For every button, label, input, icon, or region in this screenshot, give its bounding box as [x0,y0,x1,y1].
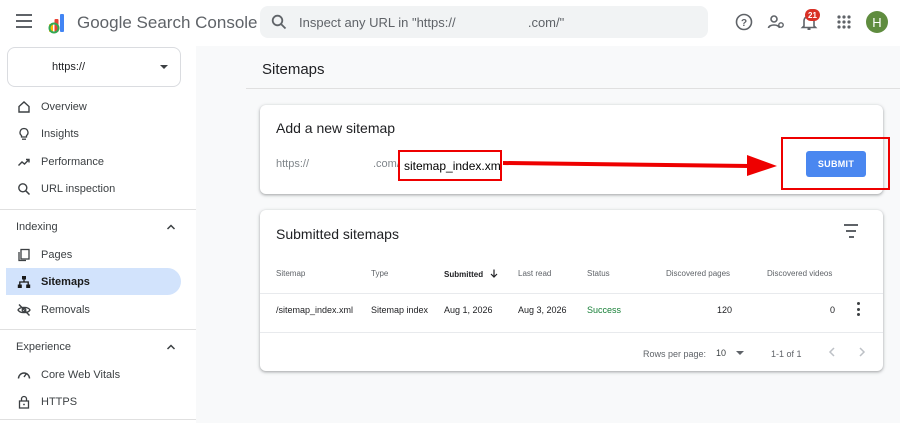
chevron-up-icon [166,224,176,230]
sidebar-item-label: URL inspection [41,182,116,195]
table-row-divider [260,332,883,333]
chevron-left-icon[interactable] [825,345,839,359]
sidebar-item-label: Pages [41,248,73,261]
speed-icon [16,367,32,383]
search-icon [271,14,287,30]
title-divider [246,88,900,89]
table-row-divider [260,293,883,294]
sidebar-item-https[interactable]: HTTPS [6,388,181,415]
url-inspection-search[interactable] [260,6,708,38]
sidebar-item-overview[interactable]: Overview [6,93,181,120]
cell-sitemap[interactable]: /sitemap_index.xml [276,305,353,315]
annotation-arrow [502,155,777,176]
sitemap-url-input[interactable] [398,150,502,181]
cell-discovered-pages: 120 [716,305,732,315]
top-app-bar: Google Search Console ? 21 H [0,0,900,46]
submitted-sitemaps-title: Submitted sitemaps [276,226,399,242]
sidebar-item-performance[interactable]: Performance [6,148,181,175]
sidebar-item-label: HTTPS [41,395,78,408]
rows-per-page-select[interactable]: 10 [716,345,750,361]
sidebar-item-label: Sitemaps [41,275,90,288]
property-selector[interactable]: https:// [7,47,181,87]
notification-count-badge: 21 [805,9,820,21]
column-header-discovered-videos[interactable]: Discovered videos [767,269,832,278]
sidebar-item-insights[interactable]: Insights [6,120,181,147]
visibility-off-icon [16,302,32,318]
property-url: https:// [52,61,86,73]
cell-last-read: Aug 3, 2026 [518,305,567,315]
cell-submitted: Aug 1, 2026 [444,305,493,315]
sitemap-icon [16,274,32,290]
column-header-status[interactable]: Status [587,269,610,278]
chevron-up-icon [166,344,176,350]
sidebar-item-pages[interactable]: Pages [6,241,181,268]
page-title: Sitemaps [262,61,325,78]
caret-down-icon [736,351,745,355]
add-sitemap-title: Add a new sitemap [276,120,396,136]
trending-up-icon [16,154,32,170]
sidebar-section-indexing[interactable]: Indexing [16,218,176,236]
chevron-right-icon[interactable] [855,345,869,359]
sidebar-item-sitemaps[interactable]: Sitemaps [6,268,181,295]
section-title: Indexing [16,221,58,233]
search-icon [16,181,32,197]
app-title: Google Search Console [77,13,258,32]
column-header-discovered-pages[interactable]: Discovered pages [666,269,730,278]
pagination-range: 1-1 of 1 [771,349,802,359]
cell-discovered-videos: 0 [829,305,835,315]
sidebar-item-core-web-vitals[interactable]: Core Web Vitals [6,361,181,388]
submit-button[interactable]: SUBMIT [806,151,866,177]
column-header-label: Submitted [444,270,484,279]
search-input[interactable] [299,14,689,30]
column-header-sitemap[interactable]: Sitemap [276,269,305,278]
more-vert-icon[interactable] [855,302,861,316]
arrow-down-icon [490,269,498,278]
lightbulb-icon [16,126,32,142]
menu-icon[interactable] [16,14,32,28]
sidebar-item-label: Performance [41,155,104,168]
pages-icon [16,247,32,263]
sitemap-url-domain: .com/ [373,158,400,170]
search-console-logo [48,14,64,34]
filter-icon[interactable] [843,224,859,238]
sidebar-divider [0,329,196,330]
sidebar-item-label: Core Web Vitals [41,368,121,381]
svg-text:?: ? [741,18,747,29]
column-header-submitted[interactable]: Submitted [444,269,498,279]
sidebar-item-url-inspection[interactable]: URL inspection [6,175,181,202]
sidebar-divider [0,209,196,210]
sidebar-section-experience[interactable]: Experience [16,338,176,356]
sitemap-url-prefix: https:// [276,158,310,170]
account-avatar[interactable]: H [866,11,888,33]
manage-users-icon[interactable] [766,12,786,32]
cell-type: Sitemap index [371,305,429,315]
apps-grid-icon[interactable] [834,12,854,32]
column-header-type[interactable]: Type [371,269,388,278]
help-icon[interactable]: ? [734,12,754,32]
rows-per-page-value: 10 [716,348,727,358]
lock-icon [16,394,32,410]
sidebar-item-label: Overview [41,100,87,113]
section-title: Experience [16,341,72,353]
home-icon [16,99,32,115]
rows-per-page-label: Rows per page: [643,349,707,359]
sidebar-item-label: Removals [41,303,90,316]
caret-down-icon [160,65,168,69]
cell-status: Success [587,305,622,315]
sidebar-item-removals[interactable]: Removals [6,296,181,323]
sidebar-divider [0,419,196,420]
sidebar-item-label: Insights [41,127,79,140]
column-header-last-read[interactable]: Last read [518,269,551,278]
